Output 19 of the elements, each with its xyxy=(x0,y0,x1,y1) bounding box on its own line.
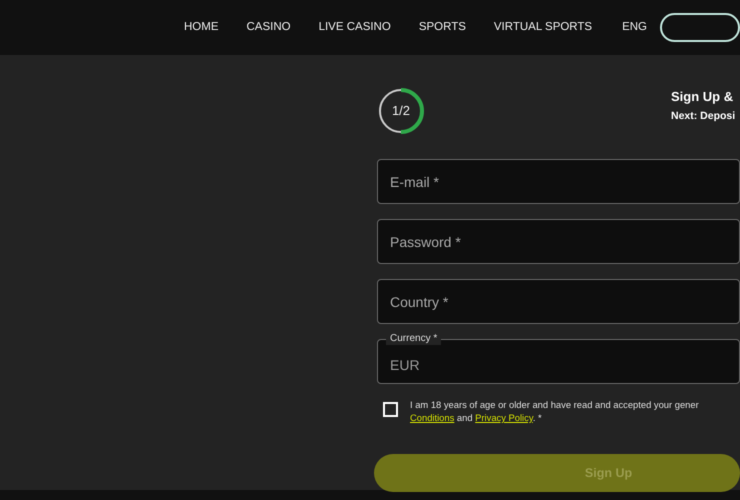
nav-link[interactable]: SPORTS xyxy=(418,18,466,36)
nav-link[interactable]: VIRTUAL SPORTS xyxy=(494,18,592,36)
progress-ring xyxy=(377,87,425,135)
nav-link[interactable]: HOME xyxy=(184,18,218,36)
step-title: Sign Up & xyxy=(671,88,734,106)
input-field[interactable]: Country * xyxy=(377,279,740,324)
terms-link[interactable]: Conditions xyxy=(410,412,454,423)
privacy-policy-link[interactable]: Privacy Policy xyxy=(475,412,533,423)
nav-link[interactable]: CASINO xyxy=(246,18,291,36)
consent-text: I am 18 years of age or older and have read and accepted your gener Conditions and Privacy Policy. * xyxy=(410,398,699,424)
language-selector[interactable]: ENG xyxy=(622,18,647,36)
field-label: Currency * xyxy=(386,332,442,345)
nav-link[interactable]: LIVE CASINO xyxy=(318,18,391,36)
input-field[interactable]: Password * xyxy=(377,219,740,264)
header-button[interactable] xyxy=(660,13,740,42)
checkbox[interactable] xyxy=(383,402,398,417)
next-step-text: Next: Deposi xyxy=(671,109,736,124)
progress-text: 1/2 xyxy=(392,102,410,120)
input-field[interactable]: E-mail * xyxy=(377,159,740,204)
